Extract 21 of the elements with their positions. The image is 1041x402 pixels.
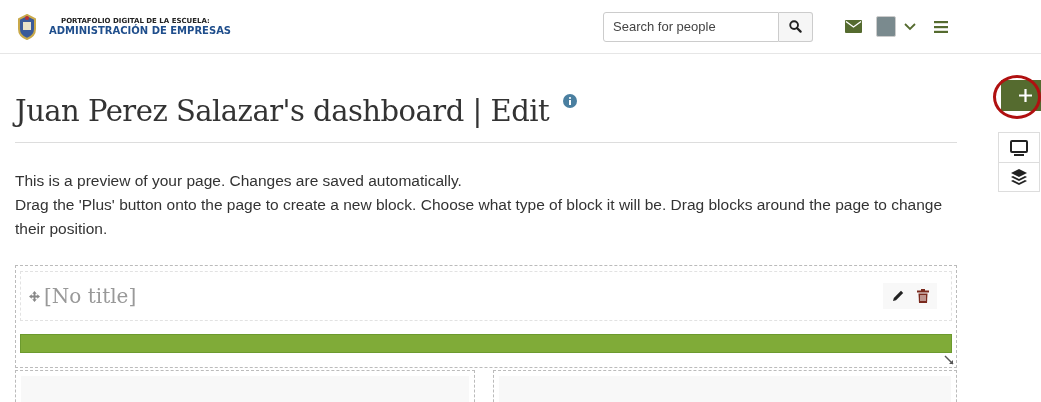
info-icon[interactable] (563, 94, 578, 108)
move-icon[interactable] (29, 290, 40, 302)
mail-icon[interactable] (845, 20, 862, 33)
search-button[interactable] (779, 11, 813, 42)
layers-icon (1011, 169, 1027, 185)
trash-icon[interactable] (917, 289, 929, 303)
menu-icon[interactable] (934, 20, 948, 33)
plus-icon (1018, 89, 1032, 102)
block-title: [No title] (44, 284, 137, 308)
add-block-button[interactable] (1001, 80, 1041, 111)
search-icon (789, 20, 802, 33)
intro-text: This is a preview of your page. Changes are saved automatically. (15, 171, 463, 191)
intro-text: Drag the 'Plus' button onto the page to create a new block. Choose what type of block it will be. Drag blocks around the page to change their position. (15, 195, 944, 239)
monitor-icon (1010, 139, 1028, 156)
highlight-circle (993, 75, 1041, 119)
search-field[interactable]: Search for people (603, 11, 779, 42)
resize-icon[interactable] (944, 355, 954, 365)
crest-logo-icon (17, 13, 37, 40)
chevron-down-icon[interactable] (904, 22, 916, 31)
logo-title: ADMINISTRACIÓN DE EMPRESAS (49, 25, 232, 36)
pencil-icon[interactable] (891, 289, 905, 303)
